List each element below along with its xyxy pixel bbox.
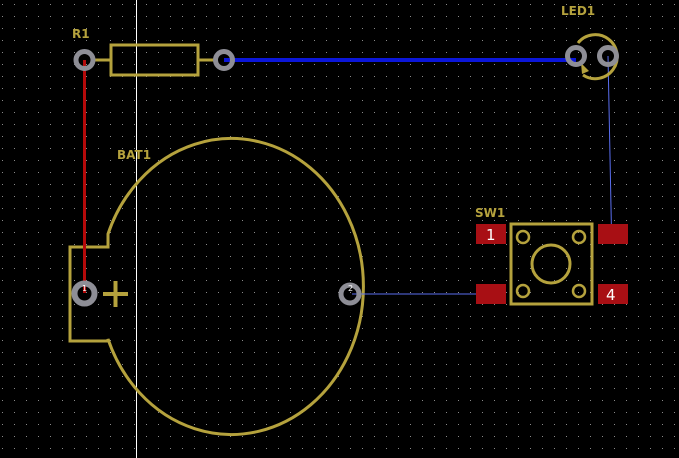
- sw1-pad-1-number: 1: [486, 226, 496, 244]
- bat1-pad-1-number: 1: [82, 284, 87, 293]
- led1-reference: LED1: [561, 4, 595, 18]
- sw1-reference: SW1: [475, 206, 505, 220]
- sw1-pad-3[interactable]: [476, 284, 506, 304]
- bat1-pad-2-number: 2: [348, 284, 353, 293]
- bat1-reference: BAT1: [117, 148, 151, 162]
- sw1-pad-2[interactable]: [598, 224, 628, 244]
- sw1-pad-4-number: 4: [606, 286, 616, 304]
- grid-dots: [0, 0, 679, 458]
- r1-reference: R1: [72, 27, 90, 41]
- pcb-canvas[interactable]: BAT1 R1 LED1 1 2 1 4 SW1: [0, 0, 679, 458]
